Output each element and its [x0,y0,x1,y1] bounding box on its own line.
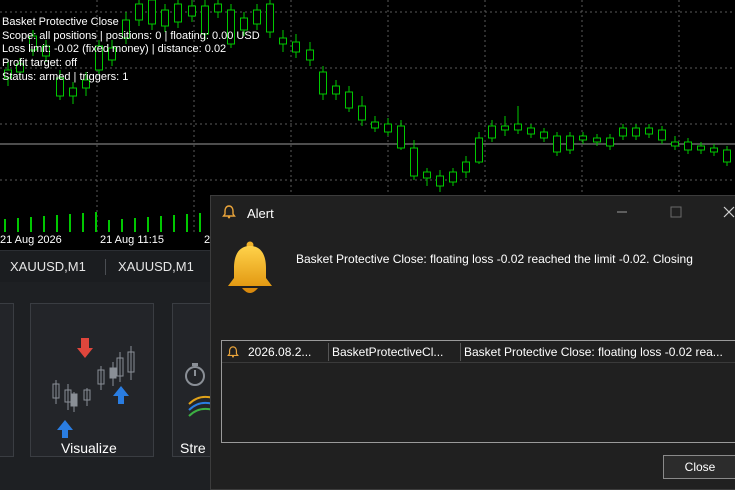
candle-body [579,135,587,141]
card-label: Visualize [61,440,117,456]
candle-body [645,127,653,135]
volume-bar [186,214,188,232]
bell-icon [222,205,236,219]
candle-body [410,147,418,177]
candle-body [488,125,496,139]
candle-body [279,37,287,45]
candle-body [332,85,340,95]
info-line: Basket Protective Close [2,16,119,28]
row-source: BasketProtectiveCl... [332,345,444,359]
candle-body [462,161,470,173]
volume-bar [121,219,123,232]
candle-body [710,147,718,153]
volume-bar [147,217,149,232]
tab-divider [105,259,106,275]
volume-bar [30,217,32,232]
volume-bar [69,214,71,232]
candle-body [436,175,444,187]
visualize-card[interactable] [30,303,154,457]
info-line: Loss limit: -0.02 (fixed money) | distan… [2,43,227,56]
volume-bar [95,212,97,232]
candle-body [449,171,457,183]
candle-body [475,137,483,163]
alert-dialog: Alert Basket Protective Close: floating … [210,195,735,490]
candle-body [358,105,366,121]
chart-tab[interactable]: XAUUSD,M1 [118,259,194,274]
volume-bar [134,218,136,232]
row-message: Basket Protective Close: floating loss -… [464,345,723,359]
candle-body [697,145,705,151]
candle-body [188,5,196,17]
candlestick-arrows-icon [52,338,135,438]
candle-body [593,137,601,143]
candle-body [306,49,314,61]
volume-bar [4,219,6,232]
candle-body [671,141,679,147]
bell-icon [228,241,272,293]
alert-message: Basket Protective Close: floating loss -… [296,252,693,266]
candle-body [527,127,535,135]
candle-body [501,125,509,131]
candle-body [214,3,222,13]
tool-card-partial[interactable] [0,303,14,457]
volume-bar [43,216,45,232]
card-label: Stre [180,440,206,456]
candle-body [397,125,405,149]
candle-body [266,3,274,33]
candle-body [319,71,327,95]
candle-body [345,91,353,109]
candle-body [371,121,379,129]
dialog-title: Alert [247,206,274,221]
candle-body [566,135,574,151]
time-label: 21 Aug 2026 [0,234,62,246]
volume-bar [17,218,19,232]
candle-body [384,123,392,133]
bell-icon [227,346,239,358]
close-icon[interactable] [718,202,735,222]
candle-body [423,171,431,179]
column-divider [328,343,329,361]
candle-body [69,87,77,97]
volume-bar [199,213,201,232]
volume-bar [56,215,58,232]
info-line: Profit target: off [2,57,78,70]
alert-list[interactable]: 2026.08.2... BasketProtectiveCl... Baske… [221,340,735,443]
volume-bar [108,220,110,232]
table-row[interactable]: 2026.08.2... BasketProtectiveCl... Baske… [222,341,735,363]
volume-bar [82,213,84,232]
ea-info-overlay: Basket Protective Close Scope: all posit… [2,16,260,85]
volume-bar [160,216,162,232]
volume-bar [173,215,175,232]
info-line: Status: armed | triggers: 1 [2,70,129,83]
candle-body [553,135,561,153]
candle-body [292,41,300,53]
candle-body [723,149,731,163]
candle-body [514,123,522,131]
row-time: 2026.08.2... [248,345,312,359]
candle-body [540,131,548,139]
chart-tab[interactable]: XAUUSD,M1 [10,259,86,274]
maximize-icon[interactable] [665,202,687,222]
candle-body [684,141,692,151]
candle-body [632,127,640,137]
close-button[interactable]: Close [663,455,735,479]
candle-body [658,129,666,141]
time-label: 21 Aug 11:15 [100,234,165,246]
column-divider [460,343,461,361]
minimize-icon[interactable] [611,202,633,222]
info-line: Scope: all positions | positions: 0 | fl… [2,29,260,42]
candle-body [619,127,627,137]
candle-body [606,137,614,147]
